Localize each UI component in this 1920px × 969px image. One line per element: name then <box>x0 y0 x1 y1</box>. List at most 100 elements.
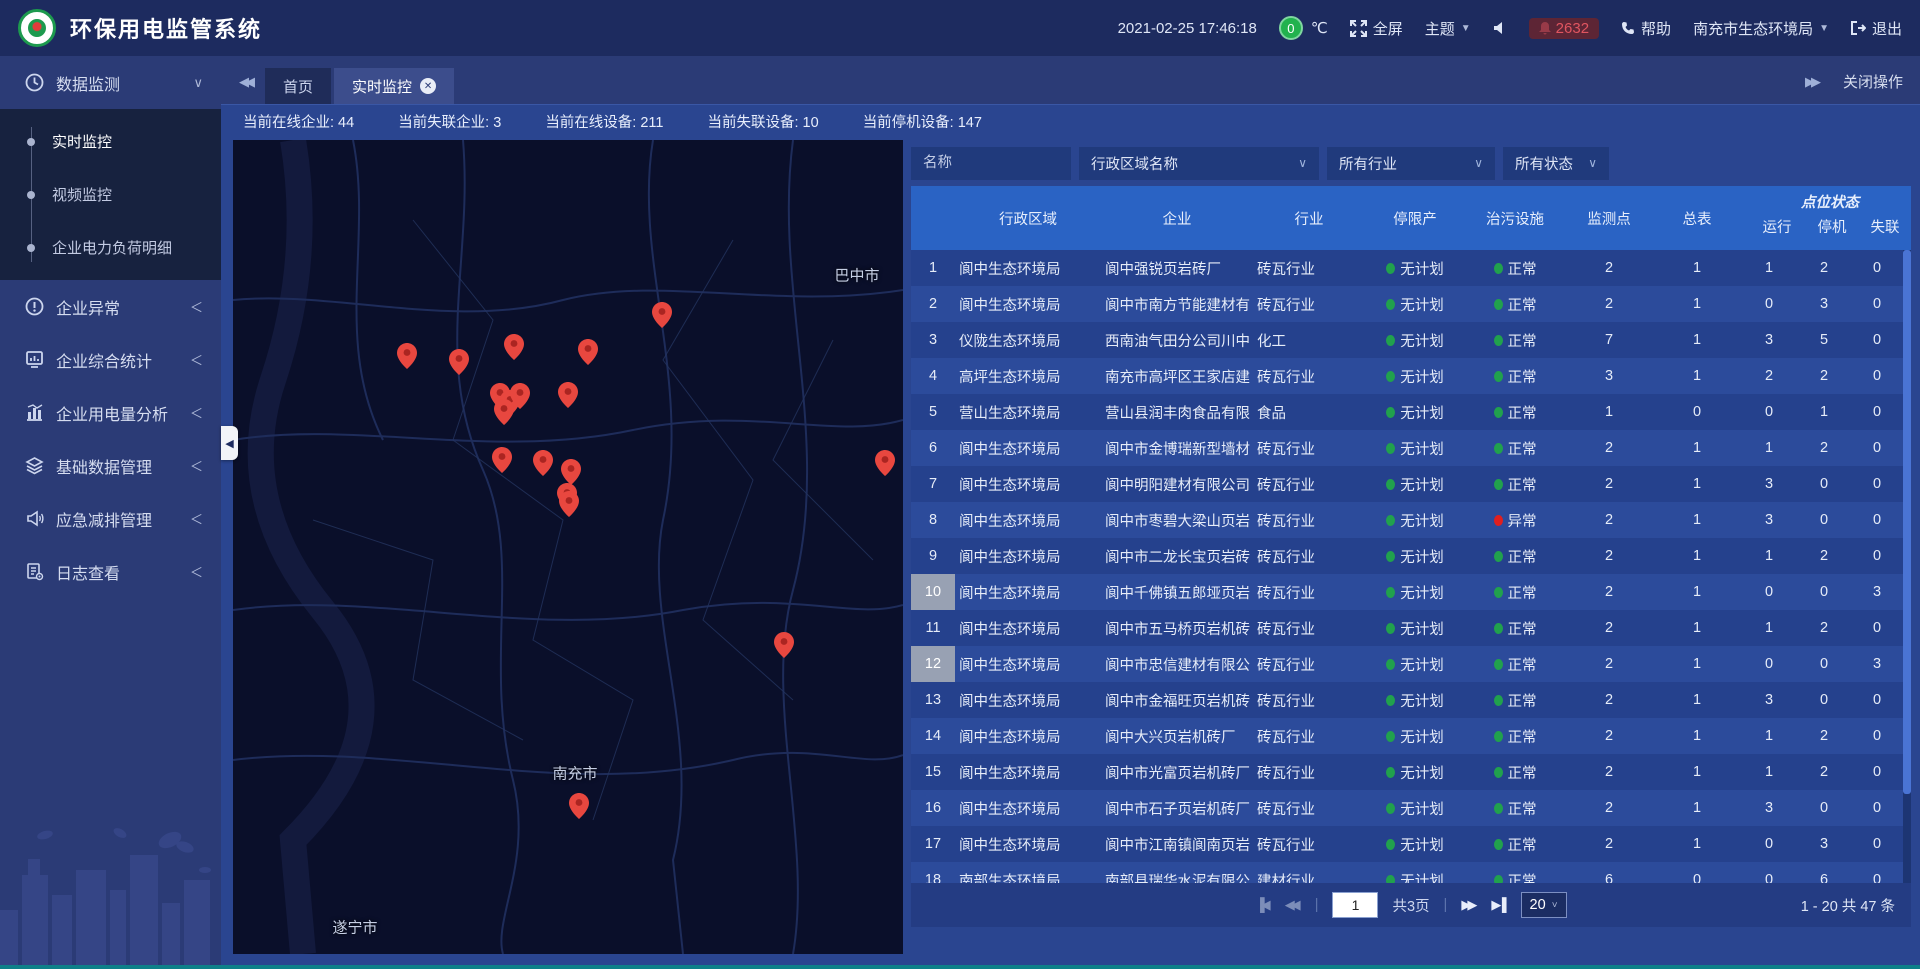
table-row[interactable]: 3仪陇生态环境局西南油气田分公司川中化工无计划正常71350 <box>911 322 1911 358</box>
sidebar-collapse-handle[interactable]: ◀ <box>221 426 238 460</box>
table-row[interactable]: 6阆中生态环境局阆中市金博瑞新型墙材砖瓦行业无计划正常21120 <box>911 430 1911 466</box>
megaphone-icon <box>24 509 44 528</box>
map-pin-icon[interactable] <box>578 339 598 365</box>
chevron-down-icon: ▼ <box>1819 23 1829 34</box>
table-row[interactable]: 16阆中生态环境局阆中市石子页岩机砖厂砖瓦行业无计划正常21300 <box>911 790 1911 826</box>
fullscreen-button[interactable]: 全屏 <box>1350 18 1403 39</box>
table-row[interactable]: 10阆中生态环境局阆中千佛镇五郎垭页岩砖瓦行业无计划正常21003 <box>911 574 1911 610</box>
status-dot-icon <box>1494 335 1503 346</box>
map-pin-icon[interactable] <box>561 459 581 485</box>
map-pin-icon[interactable] <box>559 491 579 517</box>
name-filter-input[interactable] <box>911 147 1071 180</box>
sound-button[interactable] <box>1493 21 1507 35</box>
table-row[interactable]: 5营山生态环境局营山县润丰肉食品有限食品无计划正常10010 <box>911 394 1911 430</box>
map-pin-icon[interactable] <box>774 632 794 658</box>
cell-region: 阆中生态环境局 <box>955 834 1101 855</box>
table-row[interactable]: 2阆中生态环境局阆中市南方节能建材有砖瓦行业无计划正常21030 <box>911 286 1911 322</box>
row-index: 7 <box>911 476 955 492</box>
cell-running: 1 <box>1741 728 1797 744</box>
table-row[interactable]: 13阆中生态环境局阆中市金福旺页岩机砖砖瓦行业无计划正常21300 <box>911 682 1911 718</box>
close-operations-button[interactable]: 关闭操作 <box>1843 71 1903 92</box>
next-page-button[interactable]: ▶▶ <box>1461 897 1477 913</box>
map-pin-icon[interactable] <box>875 450 895 476</box>
map-pin-icon[interactable] <box>652 302 672 328</box>
tab-实时监控[interactable]: 实时监控✕ <box>334 68 454 104</box>
cell-region: 阆中生态环境局 <box>955 726 1101 747</box>
sidebar-subitem[interactable]: 企业电力负荷明细 <box>0 221 221 274</box>
map-pin-icon[interactable] <box>558 382 578 408</box>
cell-stopped: 2 <box>1797 620 1851 636</box>
table-scrollbar[interactable] <box>1903 250 1911 883</box>
cell-facility-status: 正常 <box>1465 690 1565 711</box>
status-dot-icon <box>1386 659 1395 670</box>
row-index: 9 <box>911 548 955 564</box>
cell-lost: 0 <box>1851 476 1903 492</box>
row-index: 3 <box>911 332 955 348</box>
row-index: 11 <box>911 620 955 636</box>
map-pin-icon[interactable] <box>504 334 524 360</box>
table-row[interactable]: 8阆中生态环境局阆中市枣碧大梁山页岩砖瓦行业无计划异常21300 <box>911 502 1911 538</box>
cell-limit-status: 无计划 <box>1365 870 1465 884</box>
map-pin-icon[interactable] <box>494 399 514 425</box>
theme-dropdown[interactable]: 主题▼ <box>1425 18 1471 39</box>
cell-stopped: 2 <box>1797 440 1851 456</box>
sidebar-item-1[interactable]: 数据监测∨ <box>0 56 221 109</box>
sidebar-item-5[interactable]: 基础数据管理＜ <box>0 439 221 492</box>
last-page-button[interactable]: ▶▐ <box>1491 897 1506 913</box>
cell-stopped: 1 <box>1797 404 1851 420</box>
sidebar-item-7[interactable]: 日志查看＜ <box>0 545 221 598</box>
map-pin-icon[interactable] <box>569 793 589 819</box>
tab-close-icon[interactable]: ✕ <box>420 78 436 94</box>
table-row[interactable]: 12阆中生态环境局阆中市忠信建材有限公砖瓦行业无计划正常21003 <box>911 646 1911 682</box>
status-filter-select[interactable]: 所有状态 ∨ <box>1503 147 1609 180</box>
notification-badge[interactable]: 2632 <box>1529 18 1599 39</box>
cell-stopped: 5 <box>1797 332 1851 348</box>
stat-item: 当前失联企业: 3 <box>398 111 501 132</box>
help-button[interactable]: 帮助 <box>1621 18 1671 39</box>
cell-total-meters: 1 <box>1653 332 1741 348</box>
page-size-select[interactable]: 20 ˅ <box>1521 892 1567 918</box>
table-row[interactable]: 9阆中生态环境局阆中市二龙长宝页岩砖砖瓦行业无计划正常21120 <box>911 538 1911 574</box>
sidebar-item-2[interactable]: 企业异常＜ <box>0 280 221 333</box>
temperature-unit: ℃ <box>1311 19 1328 37</box>
table-row[interactable]: 7阆中生态环境局阆中明阳建材有限公司砖瓦行业无计划正常21300 <box>911 466 1911 502</box>
table-row[interactable]: 4高坪生态环境局南充市高坪区王家店建砖瓦行业无计划正常31220 <box>911 358 1911 394</box>
tabs-scroll-left-icon[interactable]: ◀◀ <box>239 74 251 90</box>
table-row[interactable]: 15阆中生态环境局阆中市光富页岩机砖厂砖瓦行业无计划正常21120 <box>911 754 1911 790</box>
stats-bar: 当前在线企业: 44当前失联企业: 3当前在线设备: 211当前失联设备: 10… <box>221 104 1920 138</box>
sidebar-item-label: 基础数据管理 <box>56 454 152 478</box>
table-row[interactable]: 17阆中生态环境局阆中市江南镇阆南页岩砖瓦行业无计划正常21030 <box>911 826 1911 862</box>
map-pin-icon[interactable] <box>397 343 417 369</box>
org-dropdown[interactable]: 南充市生态环境局▼ <box>1693 18 1829 39</box>
cell-lost: 0 <box>1851 404 1903 420</box>
tabs-scroll-right-icon[interactable]: ▶▶ <box>1805 74 1817 90</box>
industry-filter-select[interactable]: 所有行业 ∨ <box>1327 147 1495 180</box>
sidebar-subitem[interactable]: 实时监控 <box>0 115 221 168</box>
row-index: 2 <box>911 296 955 312</box>
cell-company: 西南油气田分公司川中 <box>1101 330 1253 351</box>
page-number-input[interactable] <box>1332 892 1378 918</box>
region-filter-select[interactable]: 行政区域名称 ∨ <box>1079 147 1319 180</box>
map-pin-icon[interactable] <box>492 447 512 473</box>
sidebar-subitem[interactable]: 视频监控 <box>0 168 221 221</box>
cell-running: 1 <box>1741 764 1797 780</box>
map-pin-icon[interactable] <box>449 349 469 375</box>
map-panel[interactable]: 巴中市南充市遂宁市 <box>233 140 903 954</box>
chevron-left-icon: ＜ <box>190 297 203 316</box>
cell-running: 2 <box>1741 368 1797 384</box>
sidebar-item-4[interactable]: 企业用电量分析＜ <box>0 386 221 439</box>
first-page-button[interactable]: ▐◀ <box>1255 897 1270 913</box>
cell-monitor-points: 2 <box>1565 764 1653 780</box>
table-row[interactable]: 18南部生态环境局南部县瑞华水泥有限公建材行业无计划正常60060 <box>911 862 1911 883</box>
cell-stopped: 0 <box>1797 584 1851 600</box>
logout-button[interactable]: 退出 <box>1851 18 1902 39</box>
sidebar-item-3[interactable]: 企业综合统计＜ <box>0 333 221 386</box>
table-row[interactable]: 14阆中生态环境局阆中大兴页岩机砖厂砖瓦行业无计划正常21120 <box>911 718 1911 754</box>
map-pin-icon[interactable] <box>533 450 553 476</box>
table-row[interactable]: 11阆中生态环境局阆中市五马桥页岩机砖砖瓦行业无计划正常21120 <box>911 610 1911 646</box>
prev-page-button[interactable]: ◀◀ <box>1285 897 1301 913</box>
row-index: 6 <box>911 440 955 456</box>
tab-首页[interactable]: 首页 <box>265 68 331 104</box>
sidebar-item-6[interactable]: 应急减排管理＜ <box>0 492 221 545</box>
table-row[interactable]: 1阆中生态环境局阆中强锐页岩砖厂砖瓦行业无计划正常21120 <box>911 250 1911 286</box>
